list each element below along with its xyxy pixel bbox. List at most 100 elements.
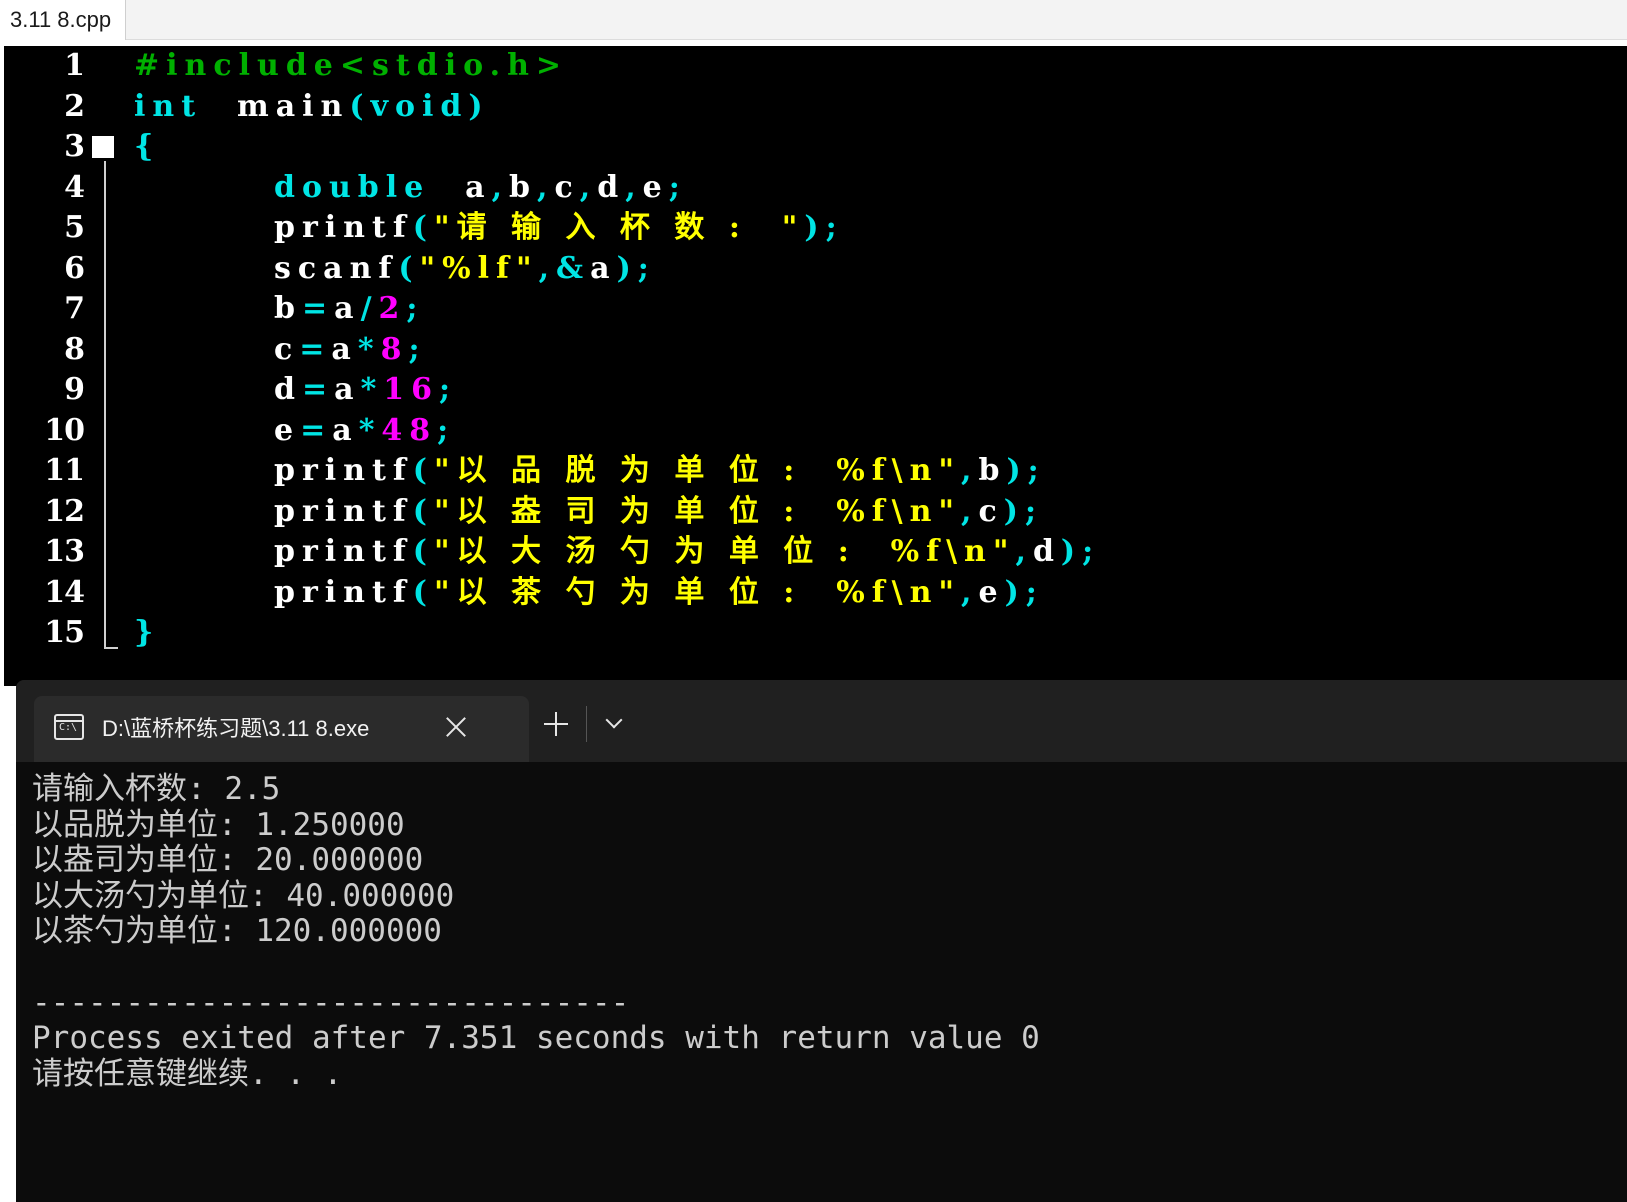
terminal-tab-title: D:\蓝桥杯练习题\3.11 8.exe <box>102 716 370 741</box>
code-text: #include<stdio.h> <box>134 46 568 86</box>
code-text: printf("以 盎 司 为 单 位 : %f\n",c); <box>134 492 1043 532</box>
code-token: ); <box>1004 574 1044 610</box>
console-icon: C:\ <box>54 714 84 740</box>
code-token: "请 输 入 杯 数 : " <box>433 210 805 245</box>
code-token: d <box>274 372 302 407</box>
code-token: c <box>554 169 580 205</box>
code-token: * <box>358 412 382 448</box>
line-number: 12 <box>44 493 85 529</box>
editor-tab-bar: 3.11 8.cpp <box>0 0 1627 40</box>
terminal-output-line: 以大汤勺为单位: 40.000000 <box>32 877 455 914</box>
code-line[interactable]: 8 c=a*8; <box>4 330 1627 370</box>
code-token: c <box>978 493 1004 529</box>
code-token: ( <box>349 88 371 124</box>
code-token: ( <box>412 453 434 488</box>
code-token: printf <box>274 453 413 488</box>
code-token: , <box>625 169 643 205</box>
terminal-tab[interactable]: C:\ D:\蓝桥杯练习题\3.11 8.exe <box>34 696 529 762</box>
line-number: 10 <box>44 412 85 448</box>
code-token: ( <box>412 574 434 610</box>
line-number: 4 <box>64 169 85 205</box>
code-text: printf("请 输 入 杯 数 : "); <box>134 208 844 248</box>
code-text: printf("以 大 汤 勺 为 单 位 : %f\n",d); <box>134 532 1100 572</box>
file-tab[interactable]: 3.11 8.cpp <box>0 0 127 40</box>
code-token: , <box>579 169 598 205</box>
code-token: b <box>509 169 538 205</box>
code-text: int main(void) <box>134 87 490 127</box>
code-token: , <box>961 574 979 610</box>
code-token: ; <box>437 412 456 448</box>
code-token: ); <box>1003 493 1044 529</box>
new-tab-icon[interactable] <box>544 710 572 738</box>
code-token: printf <box>274 574 413 610</box>
code-token: ; <box>406 291 425 326</box>
code-line[interactable]: 5 printf("请 输 入 杯 数 : "); <box>4 208 1627 248</box>
code-token: & <box>556 250 591 286</box>
code-text: { <box>134 127 160 167</box>
code-token: e <box>274 412 301 448</box>
code-token: a <box>590 250 617 286</box>
line-number: 2 <box>64 88 85 124</box>
close-icon[interactable] <box>442 713 470 741</box>
code-text: e=a*48; <box>134 411 455 451</box>
chevron-down-icon[interactable] <box>606 714 622 730</box>
file-tab-label: 3.11 8.cpp <box>10 7 112 32</box>
tab-divider <box>586 706 587 742</box>
terminal-output-line: 以品脱为单位: 1.250000 <box>32 806 405 843</box>
code-line[interactable]: 15} <box>4 613 1627 653</box>
terminal-output[interactable]: 请输入杯数: 2.5 以品脱为单位: 1.250000 以盎司为单位: 20.000… <box>32 771 1612 1092</box>
code-token: b <box>274 291 302 326</box>
code-token: , <box>537 169 555 205</box>
code-line[interactable]: 11 printf("以 品 脱 为 单 位 : %f\n",b); <box>4 451 1627 491</box>
code-token: 2 <box>378 291 407 326</box>
code-token: = <box>300 412 333 448</box>
code-text: d=a*16; <box>134 370 457 410</box>
code-line[interactable]: 3{ <box>4 127 1627 167</box>
code-token: 16 <box>383 372 440 407</box>
code-token: / <box>360 291 379 326</box>
code-token: ); <box>1060 534 1101 569</box>
code-line[interactable]: 4 double a,b,c,d,e; <box>4 168 1627 208</box>
code-token: ; <box>439 372 458 407</box>
code-token: e <box>642 169 669 205</box>
code-token: double <box>274 169 431 205</box>
code-token: ( <box>398 250 420 286</box>
code-line[interactable]: 10 e=a*48; <box>4 411 1627 451</box>
code-text: scanf("%lf",&a); <box>134 249 656 289</box>
code-token: ( <box>412 493 434 529</box>
line-number: 5 <box>64 210 85 245</box>
code-line[interactable]: 13 printf("以 大 汤 勺 为 单 位 : %f\n",d); <box>4 532 1627 572</box>
code-token: b <box>978 453 1007 488</box>
code-token: a <box>334 372 361 407</box>
code-token: ; <box>668 169 687 205</box>
code-token: d <box>597 169 626 205</box>
code-token: printf <box>274 210 413 245</box>
terminal-output-line: 请按任意键继续. . . <box>32 1055 343 1092</box>
code-text: } <box>134 613 160 653</box>
code-editor[interactable]: 1 #include<stdio.h> 2 int main(void) 3{4 doub… <box>4 46 1627 686</box>
line-number: 1 <box>64 48 85 83</box>
code-token: a <box>430 169 492 205</box>
line-number: 6 <box>64 250 85 286</box>
code-line[interactable]: 1 #include<stdio.h> <box>4 46 1627 86</box>
code-line[interactable]: 12 printf("以 盎 司 为 单 位 : %f\n",c); <box>4 492 1627 532</box>
code-token: void <box>370 88 469 124</box>
code-token: "以 品 脱 为 单 位 : %f\n" <box>433 453 962 488</box>
code-token: ); <box>616 250 656 286</box>
code-text: double a,b,c,d,e; <box>134 168 687 208</box>
code-text: printf("以 茶 勺 为 单 位 : %f\n",e); <box>134 573 1044 613</box>
code-token: ( <box>412 534 434 569</box>
code-line[interactable]: 2 int main(void) <box>4 87 1627 127</box>
code-line[interactable]: 7 b=a/2; <box>4 289 1627 329</box>
code-line[interactable]: 9 d=a*16; <box>4 370 1627 410</box>
line-number: 15 <box>44 615 85 650</box>
code-token: a <box>334 291 361 326</box>
terminal-window[interactable]: C:\ D:\蓝桥杯练习题\3.11 8.exe 请输入杯数: 2.5 以品脱为单… <box>16 680 1627 1202</box>
line-number: 13 <box>44 534 85 569</box>
code-token: , <box>961 493 979 529</box>
code-line[interactable]: 6 scanf("%lf",&a); <box>4 249 1627 289</box>
code-line[interactable]: 14 printf("以 茶 勺 为 单 位 : %f\n",e); <box>4 573 1627 613</box>
code-token: a <box>332 412 359 448</box>
code-token: printf <box>274 493 413 529</box>
